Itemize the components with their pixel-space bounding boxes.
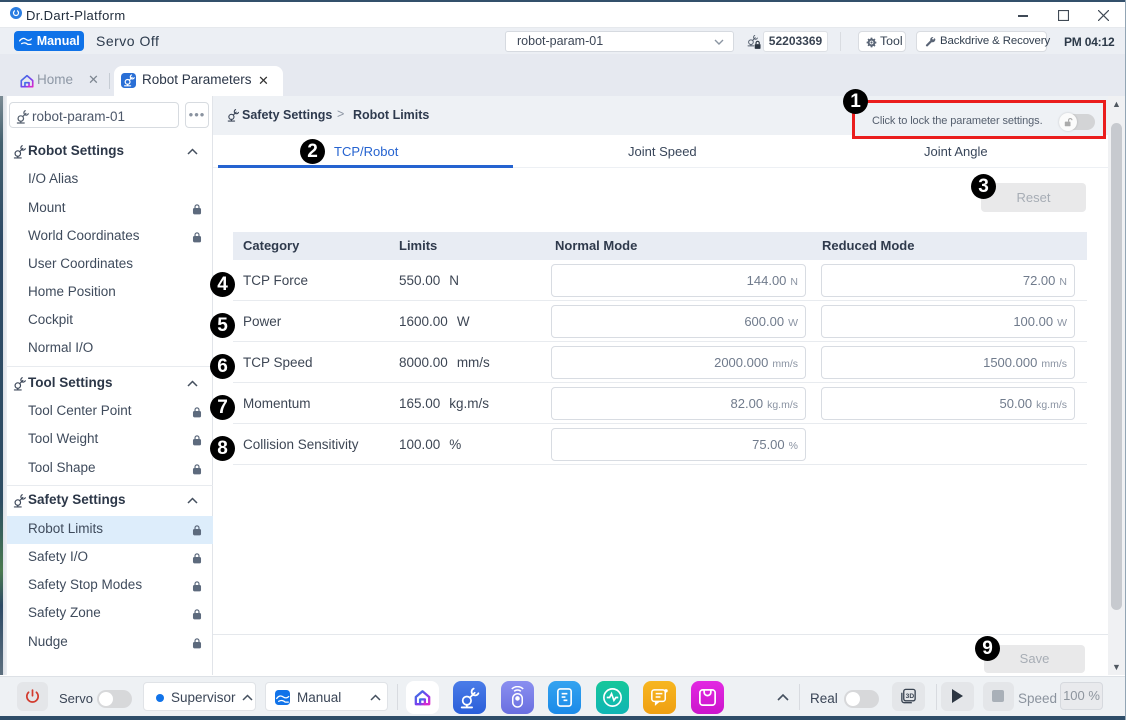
svg-text:3D: 3D	[906, 693, 915, 700]
